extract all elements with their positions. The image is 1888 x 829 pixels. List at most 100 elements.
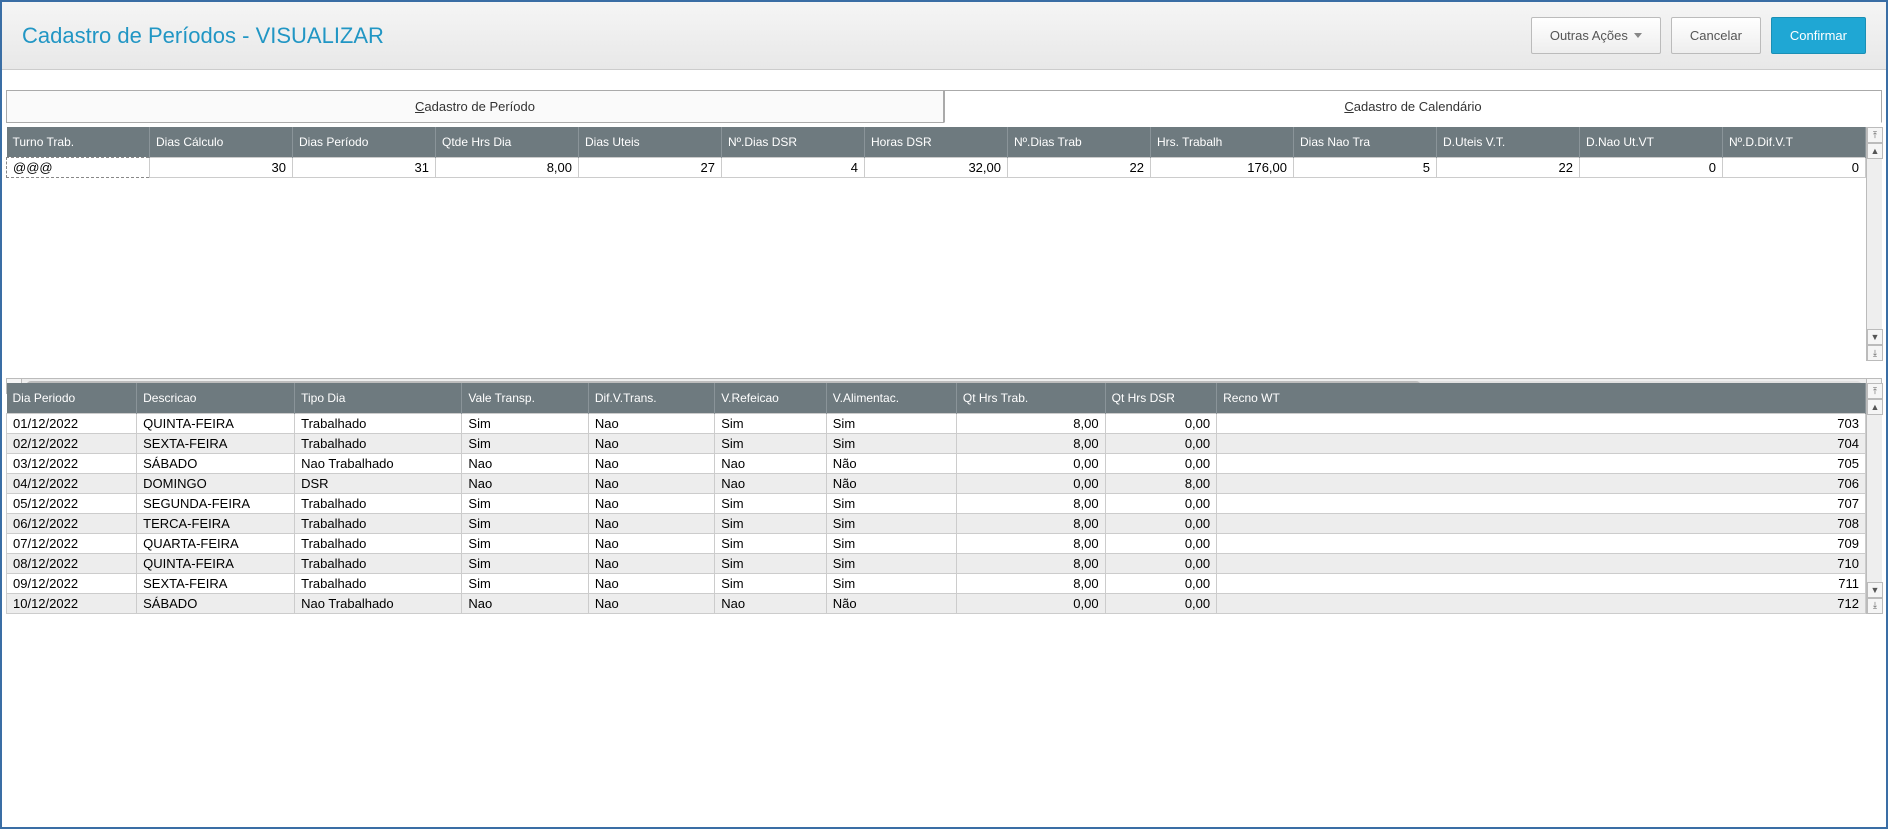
cell[interactable]: Sim	[826, 573, 956, 593]
cell[interactable]: 8,00	[956, 433, 1105, 453]
cell[interactable]: Nao Trabalhado	[295, 453, 462, 473]
cell[interactable]: QUARTA-FEIRA	[137, 533, 295, 553]
cell[interactable]: 30	[150, 157, 293, 177]
cell[interactable]: 8,00	[956, 493, 1105, 513]
cell[interactable]: Trabalhado	[295, 553, 462, 573]
cell[interactable]: 0,00	[1105, 413, 1217, 433]
summary-col-header[interactable]: Dias Uteis	[579, 127, 722, 157]
cell[interactable]: DOMINGO	[137, 473, 295, 493]
cell[interactable]: Sim	[715, 573, 827, 593]
table-row[interactable]: 05/12/2022SEGUNDA-FEIRATrabalhadoSimNaoS…	[7, 493, 1866, 513]
cell[interactable]: Nao	[715, 473, 827, 493]
cell[interactable]: QUINTA-FEIRA	[137, 553, 295, 573]
scroll-up-icon[interactable]: ▲	[1867, 143, 1883, 159]
table-row[interactable]: 08/12/2022QUINTA-FEIRATrabalhadoSimNaoSi…	[7, 553, 1866, 573]
summary-col-header[interactable]: Horas DSR	[865, 127, 1008, 157]
cell[interactable]: 04/12/2022	[7, 473, 137, 493]
cell[interactable]: Sim	[715, 533, 827, 553]
table-row[interactable]: 03/12/2022SÁBADONao TrabalhadoNaoNaoNaoN…	[7, 453, 1866, 473]
cell[interactable]: 31	[293, 157, 436, 177]
summary-grid-vscroll[interactable]: ⤒ ▲ ▼ ⤓	[1866, 127, 1882, 361]
cell[interactable]: 708	[1217, 513, 1866, 533]
cell[interactable]: Sim	[462, 533, 588, 553]
calendar-col-header[interactable]: Descricao	[137, 383, 295, 413]
cell[interactable]: Nao	[588, 553, 714, 573]
cell[interactable]: Trabalhado	[295, 513, 462, 533]
calendar-col-header[interactable]: Vale Transp.	[462, 383, 588, 413]
cell[interactable]: Sim	[462, 573, 588, 593]
cell[interactable]: Nao	[588, 513, 714, 533]
cell[interactable]: Sim	[826, 493, 956, 513]
cell[interactable]: Sim	[826, 433, 956, 453]
cell[interactable]: Sim	[462, 493, 588, 513]
cell[interactable]: Nao	[588, 413, 714, 433]
summary-col-header[interactable]: Dias Cálculo	[150, 127, 293, 157]
table-row[interactable]: 01/12/2022QUINTA-FEIRATrabalhadoSimNaoSi…	[7, 413, 1866, 433]
summary-col-header[interactable]: Qtde Hrs Dia	[436, 127, 579, 157]
cell[interactable]: Nao	[462, 593, 588, 613]
cell[interactable]: 0,00	[1105, 453, 1217, 473]
cell[interactable]: 8,00	[956, 533, 1105, 553]
table-row[interactable]: 10/12/2022SÁBADONao TrabalhadoNaoNaoNaoN…	[7, 593, 1866, 613]
cell[interactable]: Sim	[826, 533, 956, 553]
cell[interactable]: 176,00	[1151, 157, 1294, 177]
cell[interactable]: Sim	[826, 513, 956, 533]
scroll-up-icon[interactable]: ▲	[1867, 399, 1883, 415]
cell[interactable]: Nao	[588, 433, 714, 453]
cell[interactable]: 10/12/2022	[7, 593, 137, 613]
scroll-top-icon[interactable]: ⤒	[1867, 383, 1883, 399]
scroll-bottom-icon[interactable]: ⤓	[1867, 598, 1883, 614]
cell[interactable]: 0,00	[1105, 433, 1217, 453]
calendar-col-header[interactable]: Qt Hrs Trab.	[956, 383, 1105, 413]
cell[interactable]: Nao	[715, 593, 827, 613]
cell[interactable]: Não	[826, 473, 956, 493]
cell[interactable]: 706	[1217, 473, 1866, 493]
calendar-col-header[interactable]: V.Alimentac.	[826, 383, 956, 413]
cell[interactable]: DSR	[295, 473, 462, 493]
tab-cadastro-calendario[interactable]: Cadastro de Calendário	[944, 90, 1882, 123]
cell[interactable]: Nao	[588, 453, 714, 473]
cell[interactable]: 8,00	[1105, 473, 1217, 493]
cell[interactable]: 8,00	[956, 553, 1105, 573]
cell[interactable]: 5	[1294, 157, 1437, 177]
cell[interactable]: Trabalhado	[295, 493, 462, 513]
cell[interactable]: Nao Trabalhado	[295, 593, 462, 613]
summary-col-header[interactable]: Dias Nao Tra	[1294, 127, 1437, 157]
cell[interactable]: Sim	[462, 413, 588, 433]
cell[interactable]: Não	[826, 453, 956, 473]
cell[interactable]: 0,00	[1105, 553, 1217, 573]
cell[interactable]: Nao	[588, 473, 714, 493]
cell[interactable]: SÁBADO	[137, 593, 295, 613]
scroll-down-icon[interactable]: ▼	[1867, 582, 1883, 598]
cell[interactable]: 09/12/2022	[7, 573, 137, 593]
cell[interactable]: 02/12/2022	[7, 433, 137, 453]
cell[interactable]: 8,00	[436, 157, 579, 177]
cell[interactable]: Nao	[462, 453, 588, 473]
other-actions-button[interactable]: Outras Ações	[1531, 17, 1661, 54]
cell[interactable]: 0,00	[1105, 513, 1217, 533]
cell[interactable]: 707	[1217, 493, 1866, 513]
cell[interactable]: Sim	[462, 513, 588, 533]
cell[interactable]: 8,00	[956, 513, 1105, 533]
cell[interactable]: 709	[1217, 533, 1866, 553]
cell[interactable]: Não	[826, 593, 956, 613]
cell[interactable]: 27	[579, 157, 722, 177]
tab-cadastro-periodo[interactable]: Cadastro de Período	[6, 90, 944, 123]
cell[interactable]: Trabalhado	[295, 413, 462, 433]
cell[interactable]: 0,00	[956, 473, 1105, 493]
calendar-col-header[interactable]: V.Refeicao	[715, 383, 827, 413]
cell[interactable]: SEGUNDA-FEIRA	[137, 493, 295, 513]
cell[interactable]: Sim	[715, 433, 827, 453]
cell[interactable]: Sim	[715, 413, 827, 433]
summary-col-header[interactable]: Hrs. Trabalh	[1151, 127, 1294, 157]
cell[interactable]: SÁBADO	[137, 453, 295, 473]
confirm-button[interactable]: Confirmar	[1771, 17, 1866, 54]
table-row[interactable]: 04/12/2022DOMINGODSRNaoNaoNaoNão0,008,00…	[7, 473, 1866, 493]
calendar-col-header[interactable]: Qt Hrs DSR	[1105, 383, 1217, 413]
cell[interactable]: 0,00	[1105, 533, 1217, 553]
cell[interactable]: Nao	[715, 453, 827, 473]
cell[interactable]: 705	[1217, 453, 1866, 473]
cell[interactable]: SEXTA-FEIRA	[137, 573, 295, 593]
calendar-col-header[interactable]: Dif.V.Trans.	[588, 383, 714, 413]
summary-col-header[interactable]: Turno Trab.	[7, 127, 150, 157]
